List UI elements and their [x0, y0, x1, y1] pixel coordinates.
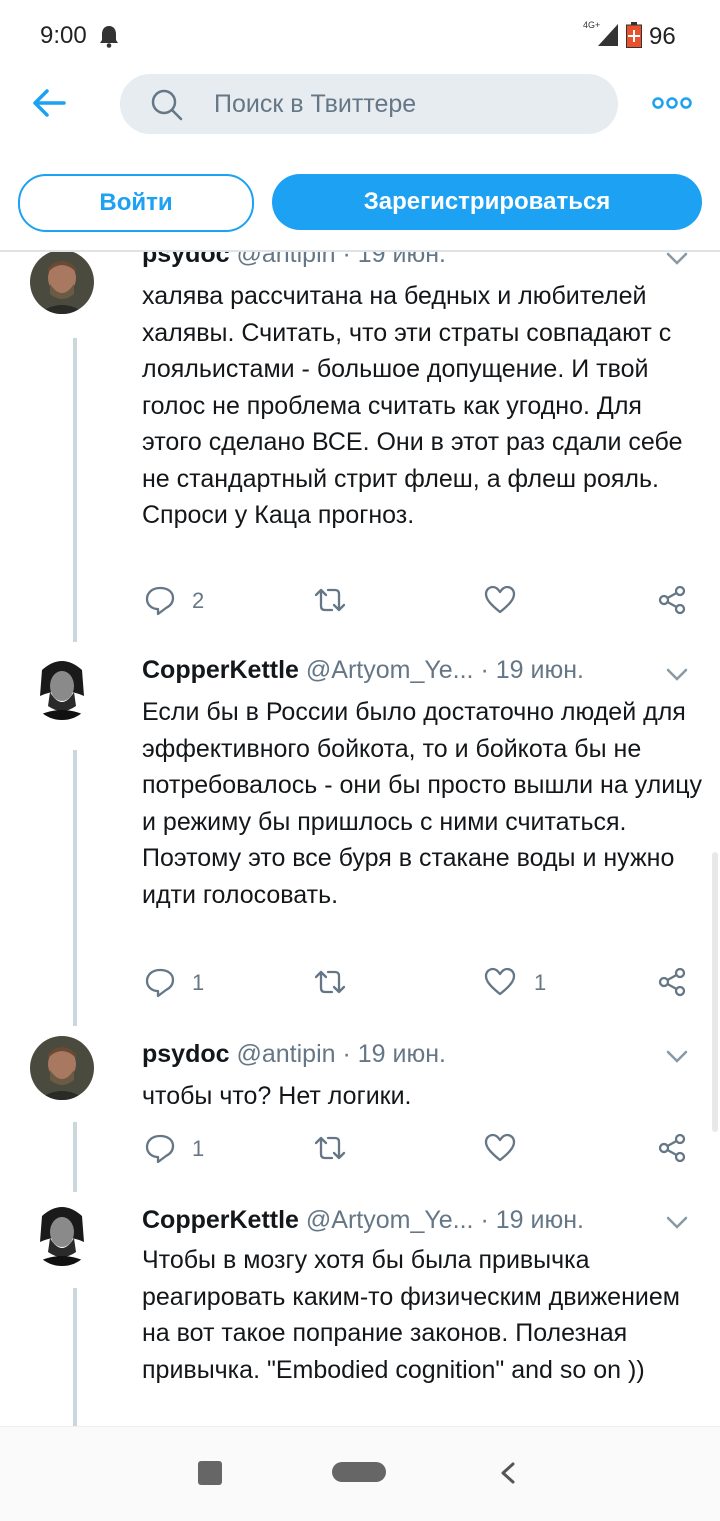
tweet-text: чтобы что? Нет логики. — [142, 1082, 412, 1110]
battery-icon — [626, 22, 642, 48]
recents-button[interactable] — [198, 1461, 222, 1485]
author-name[interactable]: psydoc — [142, 1040, 230, 1068]
search-placeholder: Поиск в Твиттере — [214, 90, 417, 118]
author-name[interactable]: CopperKettle — [142, 656, 299, 684]
tweet-text: халява рассчитана на бедных и любителей … — [142, 282, 683, 529]
chevron-down-icon[interactable] — [666, 1050, 688, 1064]
reply-icon[interactable] — [144, 584, 176, 616]
chevron-down-icon[interactable] — [666, 1216, 688, 1230]
retweet-icon[interactable] — [314, 584, 346, 616]
like-count: 1 — [534, 970, 547, 995]
avatar[interactable] — [30, 1036, 94, 1100]
chevron-down-icon[interactable] — [666, 252, 688, 266]
separator: · — [480, 656, 489, 684]
more-icon[interactable] — [652, 96, 692, 110]
share-icon[interactable] — [656, 584, 688, 616]
reply-icon[interactable] — [144, 966, 176, 998]
tweet-text: Если бы в России было достаточно людей д… — [142, 698, 703, 909]
tweet-text: Чтобы в мозгу хотя бы была привычка реаг… — [142, 1246, 680, 1384]
thread-line — [73, 338, 77, 642]
tweet-header: psydoc @antipin · 19 июн. — [142, 1040, 446, 1069]
like-icon[interactable] — [484, 966, 516, 998]
register-button[interactable]: Зарегистрироваться — [272, 174, 702, 230]
author-handle[interactable]: @antipin — [236, 252, 335, 268]
separator: · — [342, 1040, 351, 1068]
status-bar: 9:00 4G+ 96 — [0, 0, 720, 70]
system-nav-bar — [0, 1426, 720, 1521]
avatar[interactable] — [30, 1202, 94, 1266]
battery-level: 96 — [649, 23, 676, 50]
author-handle[interactable]: @Artyom_Ye... — [306, 1206, 474, 1234]
retweet-icon[interactable] — [314, 966, 346, 998]
tweet-feed[interactable]: psydoc @antipin · 19 июн. халява рассчит… — [0, 252, 720, 1426]
back-arrow-icon[interactable] — [30, 84, 68, 122]
bell-icon — [100, 26, 118, 48]
scrollbar[interactable] — [712, 852, 718, 1132]
thread-line — [73, 750, 77, 1026]
search-icon — [151, 89, 183, 121]
signal-icon — [598, 24, 618, 46]
tweet-date[interactable]: 19 июн. — [358, 1040, 446, 1068]
tweet-header: CopperKettle @Artyom_Ye... · 19 июн. — [142, 656, 584, 685]
tweet-header: psydoc @antipin · 19 июн. — [142, 252, 446, 269]
tweet-date[interactable]: 19 июн. — [358, 252, 446, 268]
share-icon[interactable] — [656, 966, 688, 998]
author-handle[interactable]: @Artyom_Ye... — [306, 656, 474, 684]
separator: · — [342, 252, 351, 268]
like-icon[interactable] — [484, 584, 516, 616]
home-button[interactable] — [332, 1462, 386, 1482]
reply-icon[interactable] — [144, 1132, 176, 1164]
thread-line — [73, 1122, 77, 1192]
separator: · — [480, 1206, 489, 1234]
search-input[interactable]: Поиск в Твиттере — [120, 74, 618, 134]
thread-line — [73, 1288, 77, 1426]
retweet-icon[interactable] — [314, 1132, 346, 1164]
avatar[interactable] — [30, 656, 94, 720]
tweet-header: CopperKettle @Artyom_Ye... · 19 июн. — [142, 1206, 584, 1235]
status-time: 9:00 — [40, 22, 87, 49]
chevron-down-icon[interactable] — [666, 668, 688, 682]
reply-count: 1 — [192, 1136, 205, 1161]
author-name[interactable]: CopperKettle — [142, 1206, 299, 1234]
tweet-date[interactable]: 19 июн. — [496, 656, 584, 684]
author-name[interactable]: psydoc — [142, 252, 230, 268]
author-handle[interactable]: @antipin — [236, 1040, 335, 1068]
reply-count: 2 — [192, 588, 205, 613]
reply-count: 1 — [192, 970, 205, 995]
avatar[interactable] — [30, 252, 94, 314]
share-icon[interactable] — [656, 1132, 688, 1164]
nav-back-icon[interactable] — [498, 1461, 518, 1485]
tweet-date[interactable]: 19 июн. — [496, 1206, 584, 1234]
like-icon[interactable] — [484, 1132, 516, 1164]
login-button[interactable]: Войти — [18, 174, 254, 232]
